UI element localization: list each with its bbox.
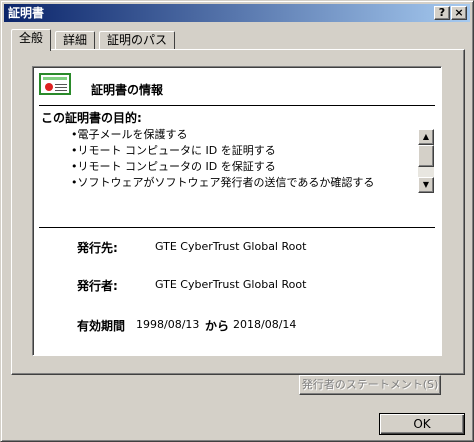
title-bar[interactable]: 証明書 ? × (4, 4, 470, 22)
purpose-scrollbar[interactable]: ▲ ▼ (418, 129, 434, 193)
issued-to-label: 発行先: (77, 241, 118, 255)
scroll-down-button[interactable]: ▼ (418, 177, 434, 193)
list-item: 電子メールを保護する (71, 127, 374, 143)
issued-by-label: 発行者: (77, 279, 118, 293)
general-tab-panel: 証明書の情報 この証明書の目的: 電子メールを保護する リモート コンピュータに… (11, 49, 465, 375)
ok-button[interactable]: OK (379, 413, 465, 435)
close-button[interactable]: × (451, 6, 467, 20)
list-item: リモート コンピュータの ID を保証する (71, 159, 374, 175)
tab-details[interactable]: 詳細 (55, 31, 95, 49)
valid-from-value: 1998/08/13 (136, 318, 200, 331)
info-title: 証明書の情報 (91, 83, 164, 97)
window-title: 証明書 (8, 6, 45, 20)
certificate-dialog: 証明書 ? × 全般 詳細 証明のパス 証明書の情報 この証明書の目的: 電子メ… (0, 0, 474, 442)
scroll-thumb[interactable] (418, 145, 434, 167)
scroll-up-button[interactable]: ▲ (418, 129, 434, 145)
certificate-icon (39, 73, 71, 95)
issuer-statement-button[interactable]: 発行者のステートメント(S) (299, 375, 441, 395)
tab-certification-path[interactable]: 証明のパス (99, 31, 175, 49)
purpose-title: この証明書の目的: (41, 111, 142, 125)
tab-general[interactable]: 全般 (11, 29, 51, 51)
divider (39, 227, 435, 228)
issued-to-value: GTE CyberTrust Global Root (155, 240, 307, 253)
valid-to-connector: から (205, 319, 230, 333)
certificate-info-box: 証明書の情報 この証明書の目的: 電子メールを保護する リモート コンピュータに… (32, 66, 442, 356)
purpose-list: 電子メールを保護する リモート コンピュータに ID を証明する リモート コン… (71, 127, 375, 191)
issued-by-value: GTE CyberTrust Global Root (155, 278, 307, 291)
list-item: ソフトウェアがソフトウェア発行者の送信であるか確認する (71, 175, 375, 191)
help-button[interactable]: ? (434, 6, 450, 20)
validity-label: 有効期間 (77, 319, 126, 333)
list-item: リモート コンピュータに ID を証明する (71, 143, 374, 159)
valid-to-value: 2018/08/14 (233, 318, 297, 331)
divider (39, 105, 435, 106)
